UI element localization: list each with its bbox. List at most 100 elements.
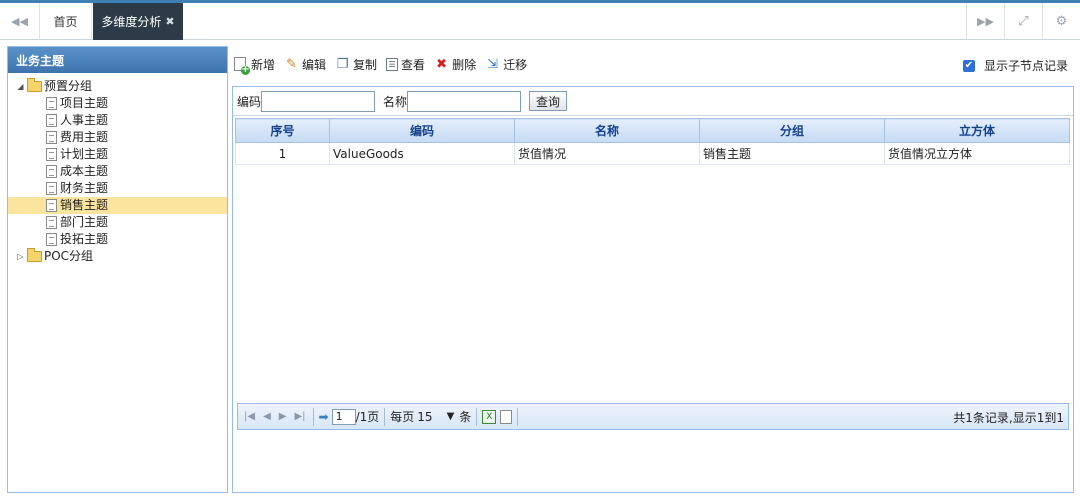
document-icon: [46, 165, 57, 178]
code-input[interactable]: [261, 90, 376, 112]
tree-item[interactable]: 部门主题: [8, 214, 227, 231]
close-icon[interactable]: ✖: [165, 15, 174, 28]
delete-icon: ✖: [436, 56, 448, 72]
unit-label: 条: [459, 410, 472, 424]
sidebar-title: 业务主题: [8, 47, 227, 73]
name-label: 名称: [383, 94, 408, 109]
column-header-name[interactable]: 名称: [514, 118, 700, 143]
cell-code: ValueGoods: [329, 142, 515, 165]
add-document-icon: [234, 57, 250, 75]
view-button[interactable]: ☰ 查看: [386, 56, 425, 73]
fullscreen-icon[interactable]: ⤢: [1004, 3, 1042, 40]
document-icon: [46, 131, 57, 144]
tree-item-label: 部门主题: [60, 215, 109, 229]
tree-item[interactable]: 成本主题: [8, 163, 227, 180]
copy-button-label: 复制: [353, 57, 378, 72]
tree-item[interactable]: 项目主题: [8, 95, 227, 112]
tab-multidim-analysis[interactable]: 多维度分析 ✖: [93, 3, 183, 40]
move-icon: ⇲: [487, 56, 499, 72]
list-icon: ☰: [386, 57, 399, 71]
chevron-down-icon: ▼: [446, 411, 455, 422]
next-page-icon[interactable]: ▶: [279, 411, 287, 422]
tree-item[interactable]: 人事主题: [8, 112, 227, 129]
copy-button[interactable]: ❐ 复制: [335, 56, 377, 73]
column-header-code[interactable]: 编码: [329, 118, 515, 143]
tab-home[interactable]: 首页: [40, 3, 92, 40]
cell-name: 货值情况: [514, 142, 700, 165]
record-summary: 共1条记录,显示1到1: [953, 411, 1064, 425]
document-icon: [46, 148, 57, 161]
export-document-icon[interactable]: [500, 409, 513, 424]
tree-item-label: 销售主题: [60, 198, 109, 212]
prev-page-icon[interactable]: ◀: [263, 411, 271, 422]
goto-page-icon[interactable]: ➡: [319, 410, 329, 424]
document-icon: [46, 97, 57, 110]
tree-item[interactable]: 财务主题: [8, 180, 227, 197]
scroll-left-icon[interactable]: ◀◀: [0, 3, 40, 40]
expanded-arrow-icon[interactable]: ◢: [16, 78, 25, 95]
action-toolbar: 新增 ✎ 编辑 ❐ 复制 ☰查看 ✖ 删除 ⇲ 迁移: [234, 52, 1074, 76]
data-grid: 序号 编码 名称 分组 立方体 1 ValueGoods 货值情况 销售主题 货…: [235, 118, 1070, 165]
name-input[interactable]: [407, 90, 522, 112]
new-button-label: 新增: [251, 57, 276, 72]
scroll-right-icon[interactable]: ▶▶: [966, 3, 1004, 40]
tree-item-label: 项目主题: [60, 96, 109, 110]
sidebar-panel: 业务主题 ◢ 预置分组 项目主题 人事主题 费用主题 计划主题 成本主题 财务主…: [7, 46, 228, 493]
gear-icon[interactable]: ⚙: [1042, 3, 1080, 40]
page-number-input[interactable]: 1: [331, 408, 356, 425]
folder-icon: [27, 248, 42, 262]
tab-active-label: 多维度分析: [101, 15, 162, 29]
tree-item-label: 人事主题: [60, 113, 109, 127]
pager-divider: [476, 407, 478, 426]
edit-button[interactable]: ✎ 编辑: [284, 56, 326, 73]
document-icon: [46, 114, 57, 127]
search-bar: 编码 名称 查询: [233, 87, 1073, 116]
code-label: 编码: [237, 94, 262, 109]
collapsed-arrow-icon[interactable]: ▷: [16, 248, 25, 265]
per-page-select[interactable]: 15 ▼: [417, 408, 459, 425]
per-page-value: 15: [417, 409, 433, 424]
total-pages-text: /1页: [355, 410, 380, 424]
table-row[interactable]: 1 ValueGoods 货值情况 销售主题 货值情况立方体: [235, 142, 1070, 165]
tree-item[interactable]: 费用主题: [8, 129, 227, 146]
document-icon: [46, 233, 57, 246]
migrate-button[interactable]: ⇲ 迁移: [485, 56, 527, 73]
tree-group-poc[interactable]: ▷ POC分组: [8, 248, 227, 265]
last-page-icon[interactable]: ▶|: [294, 411, 305, 422]
tree-group-label: 预置分组: [44, 79, 93, 93]
tab-home-label: 首页: [53, 15, 78, 29]
per-page-label: 每页: [390, 410, 415, 424]
delete-button[interactable]: ✖ 删除: [434, 56, 476, 73]
show-children-toggle[interactable]: ✔ 显示子节点记录: [962, 57, 1068, 74]
column-header-group[interactable]: 分组: [699, 118, 885, 143]
tree-group-preset[interactable]: ◢ 预置分组: [8, 78, 227, 95]
tree-item-selected[interactable]: 销售主题: [8, 197, 227, 214]
show-children-label: 显示子节点记录: [983, 59, 1068, 73]
copy-icon: ❐: [336, 56, 349, 72]
tree-group-label: POC分组: [44, 249, 94, 263]
pager-divider: [312, 407, 314, 426]
document-icon: [46, 199, 57, 212]
pager-divider: [384, 407, 386, 426]
grid-panel: 编码 名称 查询 序号 编码 名称 分组 立方体 1 ValueGoods 货值…: [232, 86, 1074, 493]
document-icon: [46, 182, 57, 195]
cell-cube: 货值情况立方体: [884, 142, 1070, 165]
tree-item[interactable]: 计划主题: [8, 146, 227, 163]
pager-divider: [517, 407, 519, 426]
view-button-label: 查看: [401, 57, 426, 72]
edit-button-label: 编辑: [302, 57, 327, 72]
new-button[interactable]: 新增: [234, 56, 276, 75]
column-header-cube[interactable]: 立方体: [884, 118, 1070, 143]
tree-item-label: 成本主题: [60, 164, 109, 178]
tree-item[interactable]: 投拓主题: [8, 231, 227, 248]
tree-item-label: 投拓主题: [60, 232, 109, 246]
export-excel-icon[interactable]: X: [482, 409, 497, 424]
column-header-index[interactable]: 序号: [235, 118, 330, 143]
query-button[interactable]: 查询: [529, 91, 568, 111]
tab-bar: ◀◀ 首页 多维度分析 ✖ ▶▶ ⤢ ⚙: [0, 3, 1080, 40]
checkbox-checked-icon[interactable]: ✔: [962, 59, 975, 72]
tree-item-label: 费用主题: [60, 130, 109, 144]
cell-index: 1: [235, 142, 330, 165]
pagination-bar: |◀ ◀ ▶ ▶| ➡ 1 /1页 每页 15 ▼ 条 X 共1条记录,显示1到…: [237, 403, 1069, 430]
first-page-icon[interactable]: |◀: [244, 411, 255, 422]
